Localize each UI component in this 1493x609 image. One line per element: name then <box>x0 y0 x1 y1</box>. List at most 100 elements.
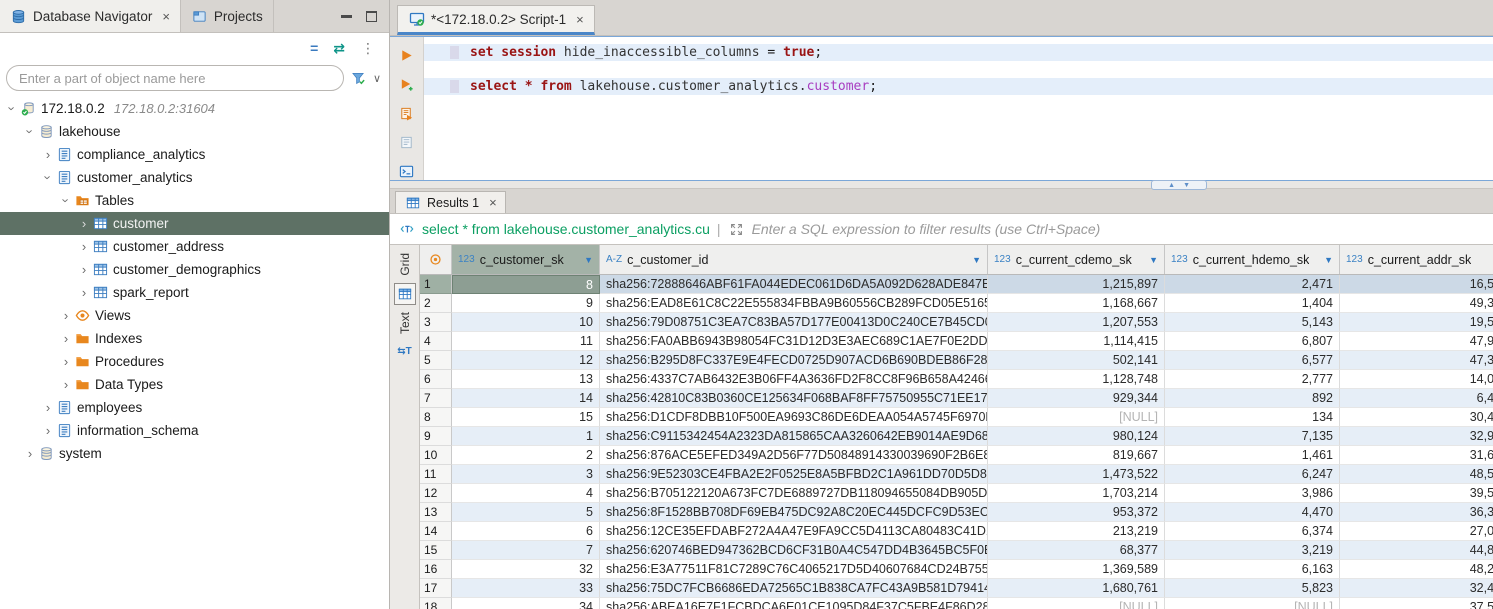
table-cell[interactable]: sha256:75DC7FCB6686EDA72565C1B838CA7FC43… <box>600 579 988 598</box>
table-cell[interactable]: 8 <box>452 275 600 294</box>
chevron-down-icon[interactable]: ∨ <box>373 72 381 85</box>
table-cell[interactable]: 819,667 <box>988 446 1165 465</box>
tab-projects[interactable]: Projects <box>181 0 274 32</box>
column-header-c_customer_sk[interactable]: 123c_customer_sk▼ <box>452 245 600 274</box>
close-icon[interactable]: × <box>576 12 584 27</box>
table-cell[interactable]: sha256:876ACE5EFED349A2D56F77D5084891433… <box>600 446 988 465</box>
table-cell[interactable]: [NULL] <box>988 408 1165 427</box>
table-cell[interactable]: 7 <box>452 541 600 560</box>
table-cell[interactable]: 15 <box>452 408 600 427</box>
table-cell[interactable]: 44,81 <box>1340 541 1493 560</box>
results-filter-bar[interactable]: select * from lakehouse.customer_analyti… <box>390 214 1493 245</box>
table-cell[interactable]: 4 <box>452 484 600 503</box>
expand-filter-icon[interactable] <box>728 221 745 237</box>
chevron-icon[interactable] <box>40 147 56 162</box>
chevron-icon[interactable] <box>76 285 92 300</box>
splitter-handle[interactable]: ▲ ▼ <box>1151 180 1207 190</box>
more-options-icon[interactable]: ⋮ <box>361 41 375 55</box>
table-cell[interactable]: 32,94 <box>1340 427 1493 446</box>
tree-item[interactable]: customer <box>0 212 389 235</box>
tree-item[interactable]: lakehouse <box>0 120 389 143</box>
explain-plan-icon[interactable] <box>398 133 416 151</box>
table-cell[interactable]: sha256:FA0ABB6943B98054FC31D12D3E3AEC689… <box>600 332 988 351</box>
table-cell[interactable]: 2,471 <box>1165 275 1340 294</box>
table-cell[interactable]: sha256:9E52303CE4FBA2E2F0525E8A5BFBD2C1A… <box>600 465 988 484</box>
tree-item[interactable]: customer_analytics <box>0 166 389 189</box>
filter-funnel-icon[interactable] <box>350 70 367 86</box>
sql-line[interactable]: select * from lakehouse.customer_analyti… <box>424 78 1493 95</box>
table-cell[interactable]: 47,36 <box>1340 351 1493 370</box>
chevron-icon[interactable] <box>76 262 92 277</box>
table-cell[interactable]: 1,168,667 <box>988 294 1165 313</box>
tree-item[interactable]: customer_address <box>0 235 389 258</box>
table-cell[interactable]: 31,65 <box>1340 446 1493 465</box>
sql-line[interactable]: set session hide_inaccessible_columns = … <box>424 44 1493 61</box>
table-cell[interactable]: 980,124 <box>988 427 1165 446</box>
row-number[interactable]: 14 <box>420 522 452 541</box>
table-cell[interactable]: 1,461 <box>1165 446 1340 465</box>
table-cell[interactable]: 11 <box>452 332 600 351</box>
table-cell[interactable]: 213,219 <box>988 522 1165 541</box>
row-number[interactable]: 1 <box>420 275 452 294</box>
table-cell[interactable]: 502,141 <box>988 351 1165 370</box>
row-number[interactable]: 5 <box>420 351 452 370</box>
tree-item[interactable]: system <box>0 442 389 465</box>
table-cell[interactable]: 1,128,748 <box>988 370 1165 389</box>
chevron-icon[interactable] <box>58 193 74 208</box>
table-cell[interactable]: 39,55 <box>1340 484 1493 503</box>
table-cell[interactable]: sha256:ABEA16E7F1FCBDCA6E01CE1095D84F37C… <box>600 598 988 609</box>
table-cell[interactable]: 36,36 <box>1340 503 1493 522</box>
chevron-icon[interactable] <box>40 170 56 185</box>
table-cell[interactable]: 2,777 <box>1165 370 1340 389</box>
row-number[interactable]: 7 <box>420 389 452 408</box>
execute-statement-icon[interactable] <box>398 47 416 65</box>
table-cell[interactable]: 892 <box>1165 389 1340 408</box>
table-cell[interactable]: 953,372 <box>988 503 1165 522</box>
arrow-up-icon[interactable]: ▲ <box>1168 182 1175 189</box>
table-cell[interactable]: sha256:B295D8FC337E9E4FECD0725D907ACD6B6… <box>600 351 988 370</box>
column-header-c_current_hdemo_sk[interactable]: 123c_current_hdemo_sk▼ <box>1165 245 1340 274</box>
row-number[interactable]: 17 <box>420 579 452 598</box>
table-cell[interactable]: sha256:C9115342454A2323DA815865CAA326064… <box>600 427 988 446</box>
table-cell[interactable]: 1,207,553 <box>988 313 1165 332</box>
table-cell[interactable]: 47,99 <box>1340 332 1493 351</box>
text-view-icon[interactable]: ⇆T <box>394 341 416 363</box>
table-cell[interactable]: 1,369,589 <box>988 560 1165 579</box>
chevron-icon[interactable] <box>58 308 74 323</box>
column-header-c_customer_id[interactable]: A-Zc_customer_id▼ <box>600 245 988 274</box>
table-cell[interactable]: 10 <box>452 313 600 332</box>
table-cell[interactable]: sha256:E3A77511F81C7289C76C4065217D5D406… <box>600 560 988 579</box>
row-number[interactable]: 16 <box>420 560 452 579</box>
table-cell[interactable]: 3,219 <box>1165 541 1340 560</box>
table-cell[interactable]: 1,680,761 <box>988 579 1165 598</box>
table-cell[interactable]: 32 <box>452 560 600 579</box>
column-header-c_current_addr_sk[interactable]: 123c_current_addr_sk▼ <box>1340 245 1493 274</box>
table-cell[interactable]: 37,50 <box>1340 598 1493 609</box>
table-cell[interactable]: 9 <box>452 294 600 313</box>
row-number[interactable]: 18 <box>420 598 452 609</box>
table-cell[interactable]: 7,135 <box>1165 427 1340 446</box>
tab-sql-script[interactable]: *<172.18.0.2> Script-1 × <box>397 5 595 35</box>
chevron-icon[interactable] <box>58 377 74 392</box>
tree-item[interactable]: Data Types <box>0 373 389 396</box>
table-cell[interactable]: 1 <box>452 427 600 446</box>
table-cell[interactable]: 6,577 <box>1165 351 1340 370</box>
table-cell[interactable]: 929,344 <box>988 389 1165 408</box>
object-filter-input[interactable] <box>6 65 344 91</box>
table-cell[interactable]: 27,08 <box>1340 522 1493 541</box>
table-cell[interactable]: 30,46 <box>1340 408 1493 427</box>
grid-view-icon[interactable] <box>394 283 416 305</box>
table-cell[interactable]: 34 <box>452 598 600 609</box>
tree-item[interactable]: spark_report <box>0 281 389 304</box>
grid-corner-cell[interactable] <box>420 245 452 274</box>
tab-results-1[interactable]: Results 1 × <box>395 191 506 213</box>
filter-type-icon[interactable] <box>398 221 415 237</box>
arrow-down-icon[interactable]: ▼ <box>1183 182 1190 189</box>
table-cell[interactable]: sha256:12CE35EFDABF272A4A47E9FA9CC5D4113… <box>600 522 988 541</box>
row-number[interactable]: 10 <box>420 446 452 465</box>
table-cell[interactable]: [NULL] <box>1165 598 1340 609</box>
table-cell[interactable]: sha256:B705122120A673FC7DE6889727DB11809… <box>600 484 988 503</box>
table-cell[interactable]: 48,57 <box>1340 465 1493 484</box>
table-cell[interactable]: 32,43 <box>1340 579 1493 598</box>
sort-dropdown-icon[interactable]: ▼ <box>972 255 981 265</box>
